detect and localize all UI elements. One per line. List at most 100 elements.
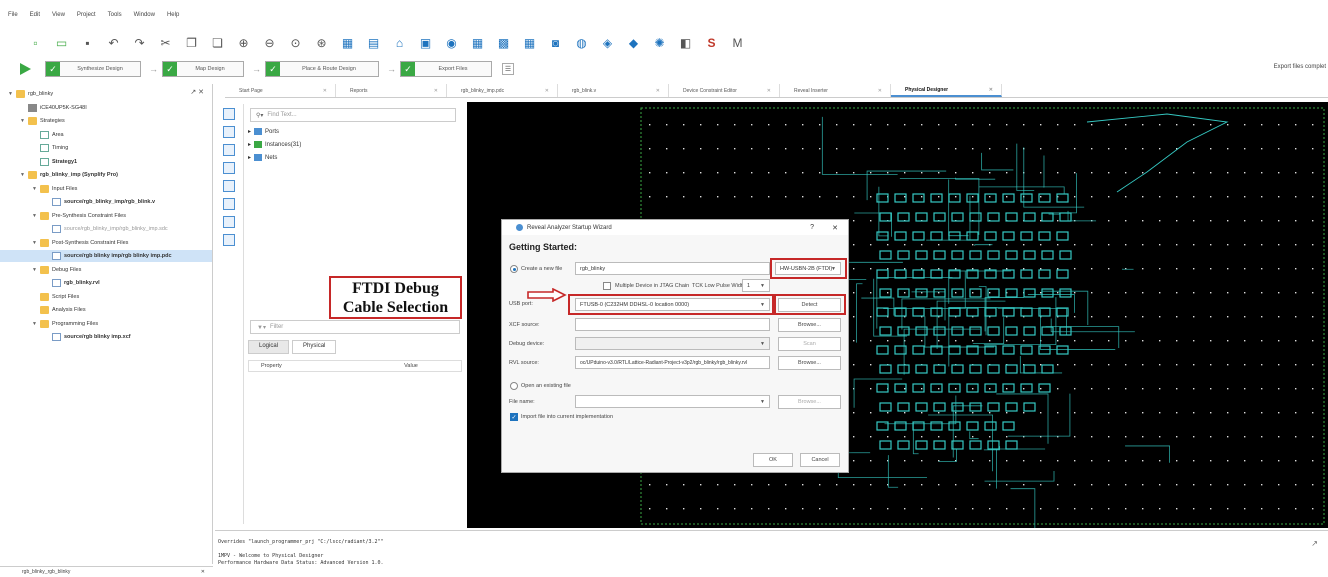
- expand-arrow-icon[interactable]: ▸: [248, 141, 251, 148]
- zoom-fit-icon[interactable]: ⊙: [288, 36, 303, 51]
- cut-icon[interactable]: ✂: [158, 36, 173, 51]
- help-icon[interactable]: ?: [810, 224, 814, 231]
- route-icon[interactable]: [223, 180, 235, 192]
- new-file-name-input[interactable]: rgb_blinky: [575, 262, 770, 275]
- physical-icon[interactable]: ▦: [522, 36, 537, 51]
- new-icon[interactable]: ▫: [28, 36, 43, 51]
- tab-close-icon[interactable]: ✕: [656, 88, 660, 94]
- run-flow-icon[interactable]: [20, 63, 31, 75]
- tree-item[interactable]: ▼ Input Files: [0, 183, 212, 195]
- sim-icon[interactable]: ◍: [574, 36, 589, 51]
- rvl-source-input[interactable]: oc/UPduino-v3.0/RTL/Lattice-Radiant-Proj…: [575, 356, 770, 369]
- doc-tab[interactable]: Reports ✕: [336, 84, 447, 97]
- scan-button[interactable]: Scan: [778, 337, 841, 351]
- expand-arrow-icon[interactable]: ▼: [8, 91, 16, 97]
- tree-item[interactable]: Timing: [0, 142, 212, 154]
- netlist-item[interactable]: ▸ Nets: [248, 152, 277, 163]
- file-browse-button[interactable]: Browse...: [778, 395, 841, 409]
- doc-tab[interactable]: Device Constraint Editor ✕: [669, 84, 780, 97]
- import-file-checkbox[interactable]: ✓: [510, 413, 518, 421]
- tck-delay-select[interactable]: 1 ▼: [742, 279, 770, 292]
- tab-close-icon[interactable]: ✕: [767, 88, 771, 94]
- expand-arrow-icon[interactable]: ▼: [32, 240, 40, 246]
- tree-item[interactable]: Strategy1: [0, 156, 212, 168]
- menu-project[interactable]: Project: [77, 12, 96, 18]
- doc-tab[interactable]: Start Page ✕: [225, 84, 336, 97]
- xcf-browse-button[interactable]: Browse...: [778, 318, 841, 332]
- netlist-icon[interactable]: ▦: [340, 36, 355, 51]
- tree-item[interactable]: Area: [0, 129, 212, 141]
- tree-item[interactable]: ▼ Pre-Synthesis Constraint Files: [0, 210, 212, 222]
- create-new-radio[interactable]: [510, 265, 518, 273]
- expand-arrow-icon[interactable]: ▸: [248, 128, 251, 135]
- home-icon[interactable]: ⌂: [392, 36, 407, 51]
- save-icon[interactable]: ▪: [80, 36, 95, 51]
- tree-item[interactable]: ▼ rgb_blinky: [0, 88, 212, 100]
- chip-view-icon[interactable]: [223, 144, 235, 156]
- tree-item[interactable]: iCE40UP5K-SG48I: [0, 102, 212, 114]
- ok-button[interactable]: OK: [753, 453, 793, 467]
- tree-item[interactable]: ▼ Strategies: [0, 115, 212, 127]
- tab-close-icon[interactable]: ✕: [989, 87, 993, 93]
- expand-arrow-icon[interactable]: ▸: [248, 154, 251, 161]
- menu-view[interactable]: View: [52, 12, 65, 18]
- device-icon[interactable]: ▣: [418, 36, 433, 51]
- tree-item[interactable]: Script Files: [0, 291, 212, 303]
- menu-edit[interactable]: Edit: [30, 12, 40, 18]
- report-icon[interactable]: ▤: [366, 36, 381, 51]
- file-name-select[interactable]: ▼: [575, 395, 770, 408]
- tree-item[interactable]: source/rgb_blinky_imp/rgb_blink.v: [0, 196, 212, 208]
- zoom-in-icon[interactable]: ⊕: [236, 36, 251, 51]
- module-icon[interactable]: ◧: [678, 36, 693, 51]
- flow-step-3[interactable]: ✓ Place & Route Design: [265, 61, 379, 77]
- timing-icon[interactable]: ◉: [444, 36, 459, 51]
- tree-item[interactable]: source/rgb_blinky_imp/rgb_blinky_imp.sdc: [0, 223, 212, 235]
- expand-console-icon[interactable]: ↗: [1311, 539, 1318, 548]
- menu-window[interactable]: Window: [134, 12, 155, 18]
- bottom-tab-close-icon[interactable]: ✕: [201, 569, 205, 575]
- tab-close-icon[interactable]: ✕: [545, 88, 549, 94]
- expand-arrow-icon[interactable]: ▼: [32, 321, 40, 327]
- tree-item[interactable]: source/rgb blinky imp.xcf: [0, 331, 212, 343]
- project-bottom-tab[interactable]: rgb_blinky_rgb_blinky ✕: [0, 566, 213, 577]
- doc-tab[interactable]: Reveal Inserter ✕: [780, 84, 891, 97]
- gear-icon[interactable]: ✺: [652, 36, 667, 51]
- menu-tools[interactable]: Tools: [108, 12, 122, 18]
- menu-help[interactable]: Help: [167, 12, 179, 18]
- pin-icon[interactable]: ◙: [548, 36, 563, 51]
- doc-tab[interactable]: Physical Designer ✕: [891, 84, 1002, 97]
- netlist-item[interactable]: ▸ Instances(31): [248, 139, 301, 150]
- netlist-view-icon[interactable]: [223, 108, 235, 120]
- open-icon[interactable]: ▭: [54, 36, 69, 51]
- flow-options-icon[interactable]: ☰: [502, 63, 514, 75]
- rvl-browse-button[interactable]: Browse...: [778, 356, 841, 370]
- expand-arrow-icon[interactable]: ▼: [32, 267, 40, 273]
- expand-arrow-icon[interactable]: ▼: [20, 118, 28, 124]
- expand-arrow-icon[interactable]: ▼: [32, 186, 40, 192]
- probe-icon[interactable]: [223, 162, 235, 174]
- netlist-item[interactable]: ▸ Ports: [248, 126, 279, 137]
- undo-icon[interactable]: ↶: [106, 36, 121, 51]
- m-icon[interactable]: M: [730, 36, 745, 51]
- redo-icon[interactable]: ↷: [132, 36, 147, 51]
- tree-item[interactable]: Analysis Files: [0, 304, 212, 316]
- zoom-out-icon[interactable]: ⊖: [262, 36, 277, 51]
- pin-view-icon[interactable]: [223, 198, 235, 210]
- netlist-search-input[interactable]: ⚲▾ Find Text...: [250, 108, 456, 122]
- netlist-filter-input[interactable]: ▼▾ Filter: [250, 320, 460, 334]
- tab-physical[interactable]: Physical: [292, 340, 337, 354]
- tab-logical[interactable]: Logical: [248, 340, 290, 354]
- flow-step-1[interactable]: ✓ Synthesize Design: [45, 61, 141, 77]
- tree-item[interactable]: ▼ Programming Files: [0, 318, 212, 330]
- xcf-source-input[interactable]: [575, 318, 770, 331]
- expand-arrow-icon[interactable]: ▼: [20, 172, 28, 178]
- doc-tab[interactable]: rgb_blink.v ✕: [558, 84, 669, 97]
- tab-close-icon[interactable]: ✕: [323, 88, 327, 94]
- tab-close-icon[interactable]: ✕: [434, 88, 438, 94]
- debug-device-select[interactable]: ▼: [575, 337, 770, 350]
- floorplan-icon[interactable]: ▦: [470, 36, 485, 51]
- flow-step-2[interactable]: ✓ Map Design: [162, 61, 244, 77]
- hierarchy-icon[interactable]: [223, 126, 235, 138]
- tree-item[interactable]: ▼ Debug Files: [0, 264, 212, 276]
- flow-step-4[interactable]: ✓ Export Files: [400, 61, 492, 77]
